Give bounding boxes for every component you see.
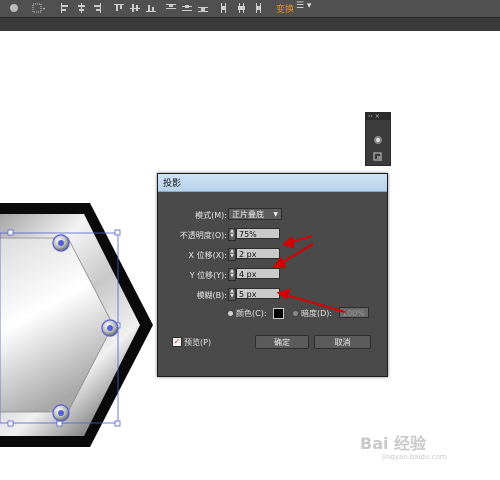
distribute-center-h-icon[interactable] bbox=[236, 3, 248, 14]
darkness-field[interactable]: 100% bbox=[339, 307, 369, 318]
x-offset-field[interactable]: 2 px bbox=[236, 248, 280, 259]
transform-label[interactable]: 变换 bbox=[276, 2, 294, 15]
blur-label: 模糊(B): bbox=[196, 291, 227, 300]
floating-tool-panel: ›› × bbox=[365, 112, 391, 166]
dialog-titlebar[interactable]: 投影 bbox=[158, 174, 387, 192]
panel-menu-icon[interactable]: ☰ ▾ bbox=[296, 1, 311, 11]
distribute-right-icon[interactable] bbox=[252, 3, 264, 14]
distribute-left-icon[interactable] bbox=[220, 3, 232, 14]
top-toolbar: 变换 ☰ ▾ bbox=[0, 0, 500, 17]
graphic-styles-icon[interactable] bbox=[373, 147, 383, 166]
dialog-title: 投影 bbox=[163, 179, 182, 189]
grid-select-icon[interactable] bbox=[32, 3, 45, 14]
opacity-stepper[interactable]: ▲ ▼ bbox=[228, 228, 236, 241]
align-top-icon[interactable] bbox=[114, 3, 126, 14]
blur-field[interactable]: 5 px bbox=[236, 288, 280, 299]
darkness-label: 暗度(D): bbox=[301, 309, 333, 318]
document-tab-strip bbox=[0, 17, 500, 31]
align-center-v-icon[interactable] bbox=[130, 3, 142, 14]
blur-stepper[interactable]: ▲ ▼ bbox=[228, 288, 236, 301]
ok-button[interactable]: 确定 bbox=[255, 335, 309, 349]
color-label: 颜色(C): bbox=[236, 309, 267, 318]
mode-label: 模式(M): bbox=[195, 211, 227, 220]
floating-panel-header[interactable]: ›› × bbox=[366, 113, 390, 120]
preview-checkbox[interactable]: ✓ bbox=[172, 337, 182, 347]
y-offset-stepper[interactable]: ▲ ▼ bbox=[228, 268, 236, 281]
drop-shadow-dialog: 投影 模式(M): 正片叠底 ▼ 不透明度(O): ▲ ▼ 75% X 位移(X)… bbox=[157, 173, 388, 377]
y-offset-field[interactable]: 4 px bbox=[236, 268, 280, 279]
mode-value: 正片叠底 bbox=[232, 210, 264, 219]
align-right-icon[interactable] bbox=[92, 3, 104, 14]
preview-label: 预览(P) bbox=[184, 338, 212, 347]
distribute-top-icon[interactable] bbox=[166, 3, 178, 14]
mode-select[interactable]: 正片叠底 ▼ bbox=[228, 208, 282, 220]
shadow-color-swatch[interactable] bbox=[273, 308, 284, 319]
distribute-bottom-icon[interactable] bbox=[198, 3, 210, 14]
align-center-h-icon[interactable] bbox=[76, 3, 88, 14]
color-radio[interactable] bbox=[228, 311, 233, 316]
baidu-jingyan-watermark: Bai 经验 jingyan.baidu.com bbox=[360, 430, 447, 461]
watermark-text: Bai 经验 bbox=[360, 434, 427, 453]
opacity-field[interactable]: 75% bbox=[236, 228, 280, 239]
distribute-center-v-icon[interactable] bbox=[182, 3, 194, 14]
watermark-url: jingyan.baidu.com bbox=[382, 453, 447, 461]
x-offset-stepper[interactable]: ▲ ▼ bbox=[228, 248, 236, 261]
align-left-icon[interactable] bbox=[60, 3, 72, 14]
darkness-radio[interactable] bbox=[293, 311, 298, 316]
y-offset-label: Y 位移(Y): bbox=[189, 271, 227, 280]
chevron-down-icon: ▼ bbox=[273, 211, 278, 218]
x-offset-label: X 位移(X): bbox=[188, 251, 227, 260]
cancel-button[interactable]: 取消 bbox=[314, 335, 371, 349]
globe-icon[interactable] bbox=[9, 3, 21, 14]
opacity-label: 不透明度(O): bbox=[179, 231, 227, 240]
align-bottom-icon[interactable] bbox=[146, 3, 158, 14]
